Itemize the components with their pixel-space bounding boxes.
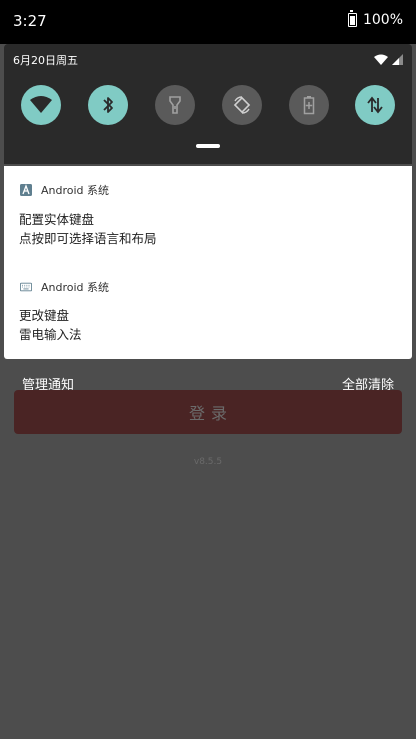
expand-handle[interactable] (196, 144, 220, 148)
tile-flashlight[interactable] (155, 85, 195, 125)
tile-auto-rotate[interactable] (222, 85, 262, 125)
battery-icon (347, 10, 357, 27)
notification-header: Android 系统 (20, 279, 109, 295)
qs-system-icons (374, 54, 403, 65)
status-right: 100% (347, 10, 403, 28)
notification-title: 更改键盘 (19, 308, 70, 323)
tile-mobile-data[interactable] (355, 85, 395, 125)
notification-app-name: Android 系统 (41, 281, 110, 294)
mobile-data-icon (367, 96, 383, 114)
notification-text: 点按即可选择语言和布局 (19, 231, 157, 246)
quick-settings-tiles (21, 85, 395, 127)
cell-signal-icon (392, 54, 403, 65)
tile-wifi[interactable] (21, 85, 61, 125)
auto-rotate-icon (233, 96, 251, 114)
battery-saver-icon (303, 96, 315, 115)
notification-text: 雷电输入法 (19, 327, 82, 342)
clock: 3:27 (13, 12, 47, 30)
notification-title: 配置实体键盘 (19, 212, 95, 227)
login-button[interactable]: 登录 (14, 390, 402, 434)
keyboard-icon (20, 281, 32, 293)
notification-item[interactable]: Android 系统 配置实体键盘 点按即可选择语言和布局 (4, 166, 412, 262)
wifi-signal-icon (374, 54, 388, 65)
bluetooth-icon (103, 97, 113, 113)
battery-percent: 100% (362, 12, 403, 28)
notification-header: Android 系统 (20, 182, 109, 198)
date-label: 6月20日周五 (13, 54, 78, 67)
status-bar: 3:27 100% (0, 0, 416, 44)
notification-item[interactable]: Android 系统 更改键盘 雷电输入法 (4, 264, 412, 359)
tile-battery-saver[interactable] (289, 85, 329, 125)
tile-bluetooth[interactable] (88, 85, 128, 125)
notification-list: Android 系统 配置实体键盘 点按即可选择语言和布局 Android 系统… (4, 166, 412, 359)
wifi-icon (30, 96, 52, 113)
notification-app-name: Android 系统 (41, 184, 110, 197)
version-label: v8.5.5 (193, 457, 223, 467)
flashlight-icon (169, 96, 181, 114)
keyboard-settings-icon (20, 184, 32, 196)
quick-settings-panel: 6月20日周五 (4, 44, 412, 164)
